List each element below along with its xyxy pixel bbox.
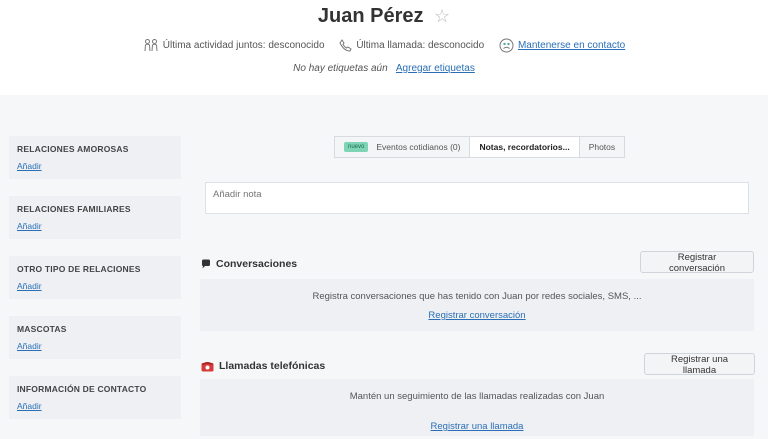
last-activity-text: Última actividad juntos: desconocido xyxy=(162,40,325,52)
last-call: Última llamada: desconocido xyxy=(339,39,484,52)
sidebar-section-other: OTRO TIPO DE RELACIONES Añadir xyxy=(9,256,181,299)
tab-label: Eventos cotidianos (0) xyxy=(376,142,461,152)
sidebar-section-family: RELACIONES FAMILIARES Añadir xyxy=(9,196,181,239)
tab-notes[interactable]: Notas, recordatorios... xyxy=(470,137,580,157)
add-note-input[interactable] xyxy=(205,182,749,214)
last-call-text: Última llamada: desconocido xyxy=(356,40,485,52)
contact-header: Juan Pérez ☆ Última actividad juntos: de… xyxy=(0,0,768,95)
tab-daily-events[interactable]: nuevo Eventos cotidianos (0) xyxy=(335,137,471,157)
last-activity: Última actividad juntos: desconocido xyxy=(143,39,325,52)
tab-label: Notas, recordatorios... xyxy=(479,142,570,152)
sidebar-section-title: OTRO TIPO DE RELACIONES xyxy=(17,264,141,274)
sidebar-add-link[interactable]: Añadir xyxy=(17,221,173,231)
sidebar-section-title: MASCOTAS xyxy=(17,324,67,334)
add-tags-link[interactable]: Agregar etiquetas xyxy=(396,63,475,74)
chat-bubble-icon xyxy=(202,259,210,269)
calls-heading: Llamadas telefónicas xyxy=(201,360,325,372)
calls-title: Llamadas telefónicas xyxy=(219,360,326,372)
sidebar-section-title: RELACIONES AMOROSAS xyxy=(17,144,129,154)
sidebar-section-romantic: RELACIONES AMOROSAS Añadir xyxy=(9,136,181,179)
phone-outline-icon xyxy=(339,39,352,52)
sidebar-add-link[interactable]: Añadir xyxy=(17,281,173,291)
people-icon xyxy=(144,39,158,52)
sidebar-section-pets: MASCOTAS Añadir xyxy=(9,316,181,359)
sidebar-section-title: INFORMACIÓN DE CONTACTO xyxy=(17,384,147,394)
sidebar-add-link[interactable]: Añadir xyxy=(17,161,173,171)
sidebar: RELACIONES AMOROSAS Añadir RELACIONES FA… xyxy=(9,136,181,436)
star-icon[interactable]: ☆ xyxy=(434,6,450,26)
meta-row: Última actividad juntos: desconocido Últ… xyxy=(0,38,768,53)
stay-in-touch-link[interactable]: Mantenerse en contacto xyxy=(518,40,625,51)
sidebar-add-link[interactable]: Añadir xyxy=(17,341,173,351)
conversations-heading: Conversaciones xyxy=(201,258,297,270)
conversations-title: Conversaciones xyxy=(216,258,298,270)
contact-name: Juan Pérez xyxy=(317,5,424,27)
sidebar-section-title: RELACIONES FAMILIARES xyxy=(17,204,131,214)
log-call-link[interactable]: Registrar una llamada xyxy=(431,421,524,432)
sidebar-add-link[interactable]: Añadir xyxy=(17,401,173,411)
conversations-description: Registra conversaciones que has tenido c… xyxy=(312,291,642,302)
tab-photos[interactable]: Photos xyxy=(580,137,624,157)
tab-label: Photos xyxy=(588,142,616,152)
tags-row: No hay etiquetas aún Agregar etiquetas xyxy=(0,63,768,74)
calls-panel: Mantén un seguimiento de las llamadas re… xyxy=(200,379,754,436)
stay-in-touch[interactable]: Mantenerse en contacto xyxy=(499,38,625,53)
log-call-button[interactable]: Registrar una llamada xyxy=(644,353,755,376)
log-conversation-link[interactable]: Registrar conversación xyxy=(428,310,525,321)
telephone-icon xyxy=(201,361,214,371)
stay-in-touch-icon xyxy=(499,38,514,53)
conversations-panel: Registra conversaciones que has tenido c… xyxy=(200,279,754,331)
name-row: Juan Pérez ☆ xyxy=(0,5,768,28)
sidebar-section-contact-info: INFORMACIÓN DE CONTACTO Añadir xyxy=(9,376,181,419)
tags-empty-text: No hay etiquetas aún xyxy=(293,63,388,74)
calls-description: Mantén un seguimiento de las llamadas re… xyxy=(349,391,605,402)
new-badge: nuevo xyxy=(344,142,369,152)
activity-tabs: nuevo Eventos cotidianos (0) Notas, reco… xyxy=(334,136,626,158)
log-conversation-button[interactable]: Registrar conversación xyxy=(640,251,754,274)
